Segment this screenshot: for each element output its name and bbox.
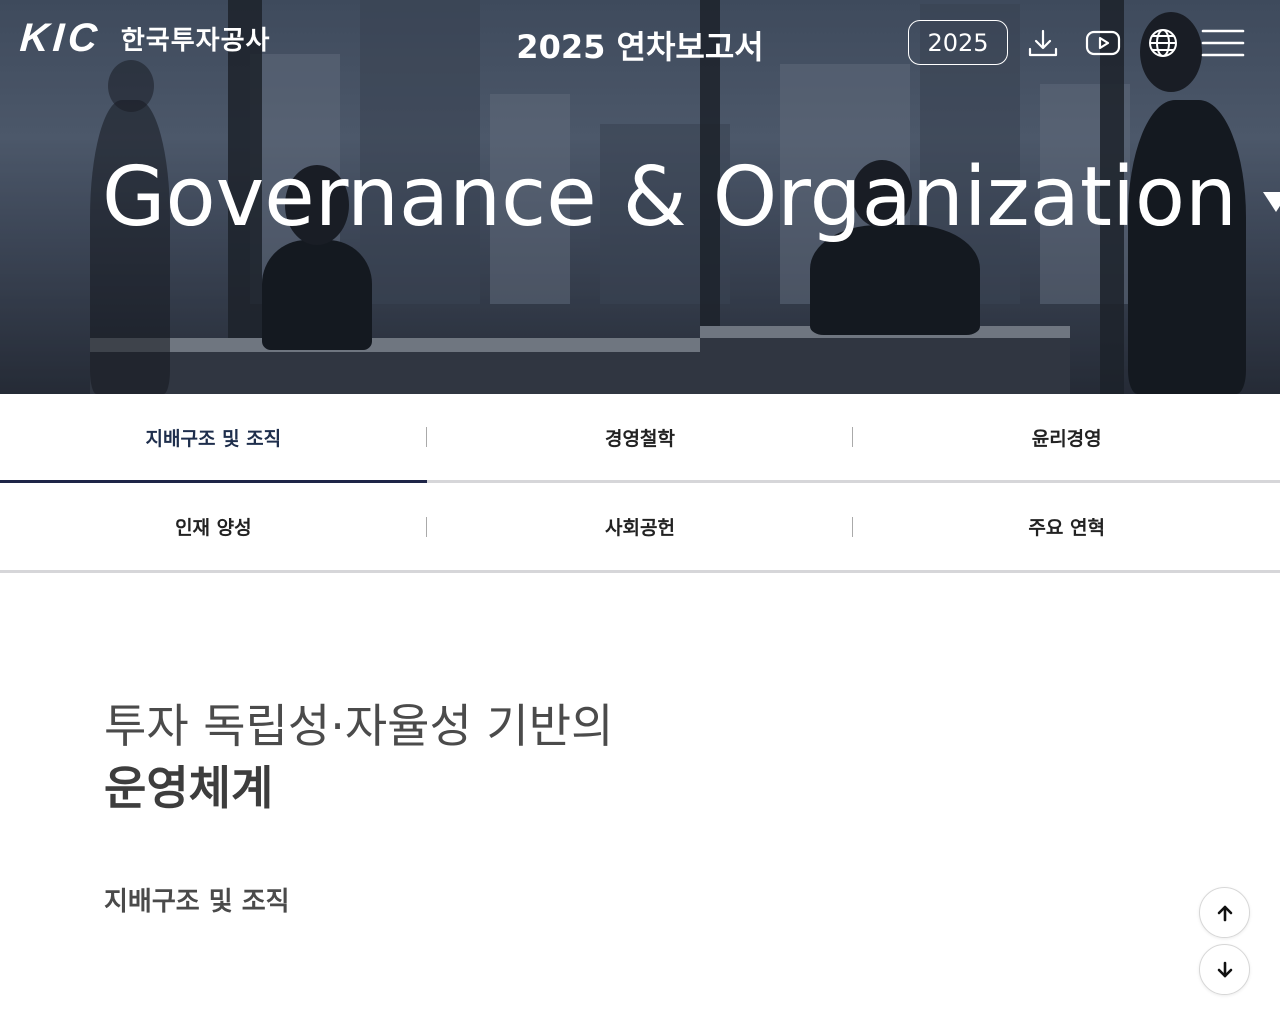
tab-row-1: 지배구조 및 조직 경영철학 윤리경영 [0, 394, 1280, 483]
tab-social-contribution[interactable]: 사회공헌 [427, 483, 854, 570]
arrow-up-icon [1217, 905, 1232, 921]
tab-divider [852, 516, 853, 537]
scroll-top-button[interactable] [1199, 887, 1250, 938]
download-button[interactable] [1023, 24, 1063, 62]
hero-title-text: Governance & Organization [102, 150, 1237, 245]
tab-label: 경영철학 [605, 427, 675, 450]
tab-history[interactable]: 주요 연혁 [853, 483, 1280, 570]
caret-down-icon [1263, 191, 1280, 212]
youtube-button[interactable] [1083, 24, 1123, 62]
hero-title-dropdown[interactable]: Governance & Organization [102, 150, 1280, 245]
download-icon [1028, 29, 1058, 57]
globe-icon [1149, 29, 1177, 57]
year-select-button[interactable]: 2025 [908, 20, 1008, 65]
menu-icon [1201, 29, 1245, 57]
section-tabs: 지배구조 및 조직 경영철학 윤리경영 인재 양성 사회공헌 주요 연혁 [0, 394, 1280, 573]
section-headline-line1: 투자 독립성·자율성 기반의 [104, 699, 614, 753]
tab-label: 주요 연혁 [1028, 517, 1105, 539]
language-button[interactable] [1143, 24, 1183, 62]
subsection-title: 지배구조 및 조직 [104, 887, 290, 917]
tab-governance[interactable]: 지배구조 및 조직 [0, 394, 427, 483]
tab-divider [426, 427, 427, 447]
tab-label: 윤리경영 [1031, 427, 1102, 450]
tab-label: 사회공헌 [605, 517, 675, 539]
site-header: KIC 한국투자공사 2025 연차보고서 2025 Governance & … [0, 0, 1280, 245]
tab-ethics[interactable]: 윤리경영 [853, 394, 1280, 480]
main-content: 투자 독립성·자율성 기반의 운영체계 지배구조 및 조직 [104, 695, 613, 918]
arrow-down-icon [1217, 961, 1232, 977]
tab-talent[interactable]: 인재 양성 [0, 483, 427, 570]
menu-button[interactable] [1200, 24, 1246, 62]
tab-divider [852, 427, 853, 447]
section-headline-line2: 운영체계 [104, 761, 274, 815]
tab-label: 지배구조 및 조직 [145, 427, 282, 450]
tab-divider [426, 516, 427, 537]
youtube-icon [1085, 30, 1121, 56]
scroll-bottom-button[interactable] [1199, 944, 1250, 995]
tab-label: 인재 양성 [175, 517, 252, 539]
tab-management-philosophy[interactable]: 경영철학 [427, 394, 854, 480]
tab-row-2: 인재 양성 사회공헌 주요 연혁 [0, 483, 1280, 573]
